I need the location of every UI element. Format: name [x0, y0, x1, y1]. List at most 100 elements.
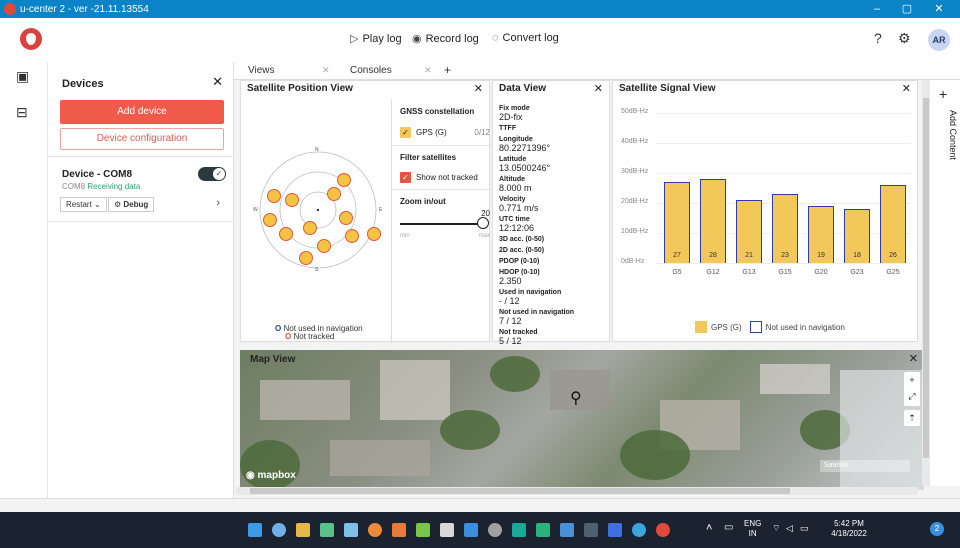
close-icon[interactable]: ✕ — [212, 74, 223, 90]
battery-icon[interactable]: ▭ — [800, 523, 809, 534]
app-icon[interactable] — [416, 523, 430, 537]
satellite-marker[interactable] — [339, 211, 353, 225]
help-icon[interactable]: ? — [874, 30, 882, 46]
gear-icon[interactable]: ⚙ — [898, 30, 911, 47]
satellite-marker[interactable] — [367, 227, 381, 241]
signal-bar[interactable]: 18 — [844, 209, 870, 263]
record-log-button[interactable]: ◉ Record log — [412, 32, 479, 46]
add-content-panel[interactable]: + Add Content — [930, 80, 960, 486]
app-icon[interactable] — [536, 523, 550, 537]
satellite-marker[interactable] — [285, 193, 299, 207]
chevron-right-icon[interactable]: › — [216, 197, 220, 209]
horizontal-scrollbar[interactable] — [236, 487, 918, 495]
u-center-taskbar-icon[interactable] — [656, 523, 670, 537]
fullscreen-icon[interactable]: ⤢ — [904, 388, 920, 404]
satellite-marker[interactable] — [345, 229, 359, 243]
data-field-label: Velocity — [499, 196, 526, 203]
satellite-marker[interactable] — [337, 173, 351, 187]
signal-bar[interactable]: 23 — [772, 194, 798, 263]
briefcase-icon[interactable]: ⊟ — [16, 104, 28, 121]
satellite-position-header: Satellite Position View ✕ — [241, 81, 489, 97]
map-view[interactable]: Map View ⚲ ◉ mapbox Satellite ✕ + ⤢ ⇡ — [240, 350, 924, 490]
zoom-slider-handle[interactable] — [477, 217, 489, 229]
zoom-in-icon[interactable]: + — [904, 372, 920, 388]
keyboard-icon[interactable]: ▭ — [724, 522, 733, 533]
record-log-label: Record log — [425, 32, 479, 45]
add-device-button[interactable]: Add device — [60, 100, 224, 124]
windows-start-icon[interactable] — [248, 523, 262, 537]
language-label: ENG — [744, 519, 762, 528]
close-tab-icon[interactable]: ✕ — [424, 65, 432, 76]
minimize-button[interactable]: – — [862, 0, 892, 18]
data-field-label: Longitude — [499, 136, 533, 143]
satellite-marker[interactable] — [263, 213, 277, 227]
wifi-icon[interactable]: ⌔ — [772, 523, 780, 534]
app-icon[interactable] — [440, 523, 454, 537]
chip-icon[interactable]: ▣ — [16, 68, 29, 85]
tab-views[interactable]: Views — [248, 65, 275, 76]
file-explorer-icon[interactable] — [296, 523, 310, 537]
tab-consoles[interactable]: Consoles — [350, 65, 392, 76]
satellite-marker[interactable] — [317, 239, 331, 253]
app-icon[interactable] — [560, 523, 574, 537]
volume-icon[interactable]: ◁ — [786, 523, 793, 534]
firefox-icon[interactable] — [368, 523, 382, 537]
add-content-label[interactable]: Add Content — [932, 110, 958, 160]
play-log-button[interactable]: ▷ Play log — [350, 32, 402, 46]
satellite-marker[interactable] — [327, 187, 341, 201]
convert-log-button[interactable]: ◌ Convert log — [492, 32, 559, 44]
signal-bar[interactable]: 21 — [736, 200, 762, 263]
app-icon[interactable] — [488, 523, 502, 537]
gnss-constellation-heading: GNSS constellation — [400, 107, 475, 116]
vscode-icon[interactable] — [464, 523, 478, 537]
device-port: COM8 — [62, 182, 86, 191]
app-icon[interactable] — [632, 523, 646, 537]
convert-icon: ◌ — [492, 32, 499, 44]
filter-heading: Filter satellites — [400, 153, 457, 162]
calculator-icon[interactable] — [320, 523, 334, 537]
chart-legend: GPS (G) Not used in navigation — [695, 321, 845, 333]
add-icon[interactable]: + — [939, 86, 947, 102]
avatar[interactable]: AR — [928, 29, 950, 51]
satellite-marker[interactable] — [267, 189, 281, 203]
notification-badge[interactable]: 2 — [930, 522, 944, 536]
maximize-button[interactable]: ▢ — [892, 0, 922, 18]
app-icon[interactable] — [512, 523, 526, 537]
satellite-marker[interactable] — [303, 221, 317, 235]
clock[interactable]: 5:42 PM 4/18/2022 — [812, 519, 886, 539]
bar-value-label: 23 — [781, 252, 789, 259]
signal-bar[interactable]: 26 — [880, 185, 906, 263]
location-pin-icon[interactable]: ⚲ — [570, 388, 582, 408]
connection-toggle[interactable]: ✓ — [198, 167, 226, 181]
close-icon[interactable]: ✕ — [902, 82, 911, 95]
signal-bar[interactable]: 27 — [664, 182, 690, 263]
language-indicator[interactable]: ENG IN — [744, 519, 761, 539]
device-card: Device - COM8 COM8 Receiving data ✓ Rest… — [48, 156, 234, 222]
restart-dropdown[interactable]: Restart ⌄ — [60, 197, 107, 212]
close-window-button[interactable]: ✕ — [924, 0, 954, 18]
search-icon[interactable] — [272, 523, 286, 537]
zoom-slider[interactable] — [400, 223, 482, 225]
close-icon[interactable]: ✕ — [474, 82, 483, 95]
satellite-marker[interactable] — [279, 227, 293, 241]
app-icon[interactable] — [608, 523, 622, 537]
add-tab-icon[interactable]: + — [444, 63, 451, 77]
status-bar — [0, 498, 960, 512]
close-tab-icon[interactable]: ✕ — [322, 65, 330, 76]
terminal-icon[interactable] — [584, 523, 598, 537]
gps-checkbox[interactable]: ✓ — [400, 127, 411, 138]
signal-bar[interactable]: 19 — [808, 206, 834, 263]
chevron-up-icon[interactable]: ˄ — [706, 522, 712, 534]
debug-button[interactable]: ⚙ Debug — [108, 197, 155, 212]
map-style-selector[interactable]: Satellite — [820, 460, 910, 472]
close-icon[interactable]: ✕ — [594, 82, 603, 95]
device-configuration-button[interactable]: Device configuration — [60, 128, 224, 150]
photos-icon[interactable] — [344, 523, 358, 537]
vertical-scrollbar[interactable] — [922, 80, 930, 486]
close-icon[interactable]: ✕ — [909, 352, 918, 365]
satellite-marker[interactable] — [299, 251, 313, 265]
app-icon[interactable] — [392, 523, 406, 537]
compass-icon[interactable]: ⇡ — [904, 410, 920, 426]
show-not-tracked-checkbox[interactable]: ✓ — [400, 172, 411, 183]
signal-bar[interactable]: 28 — [700, 179, 726, 263]
